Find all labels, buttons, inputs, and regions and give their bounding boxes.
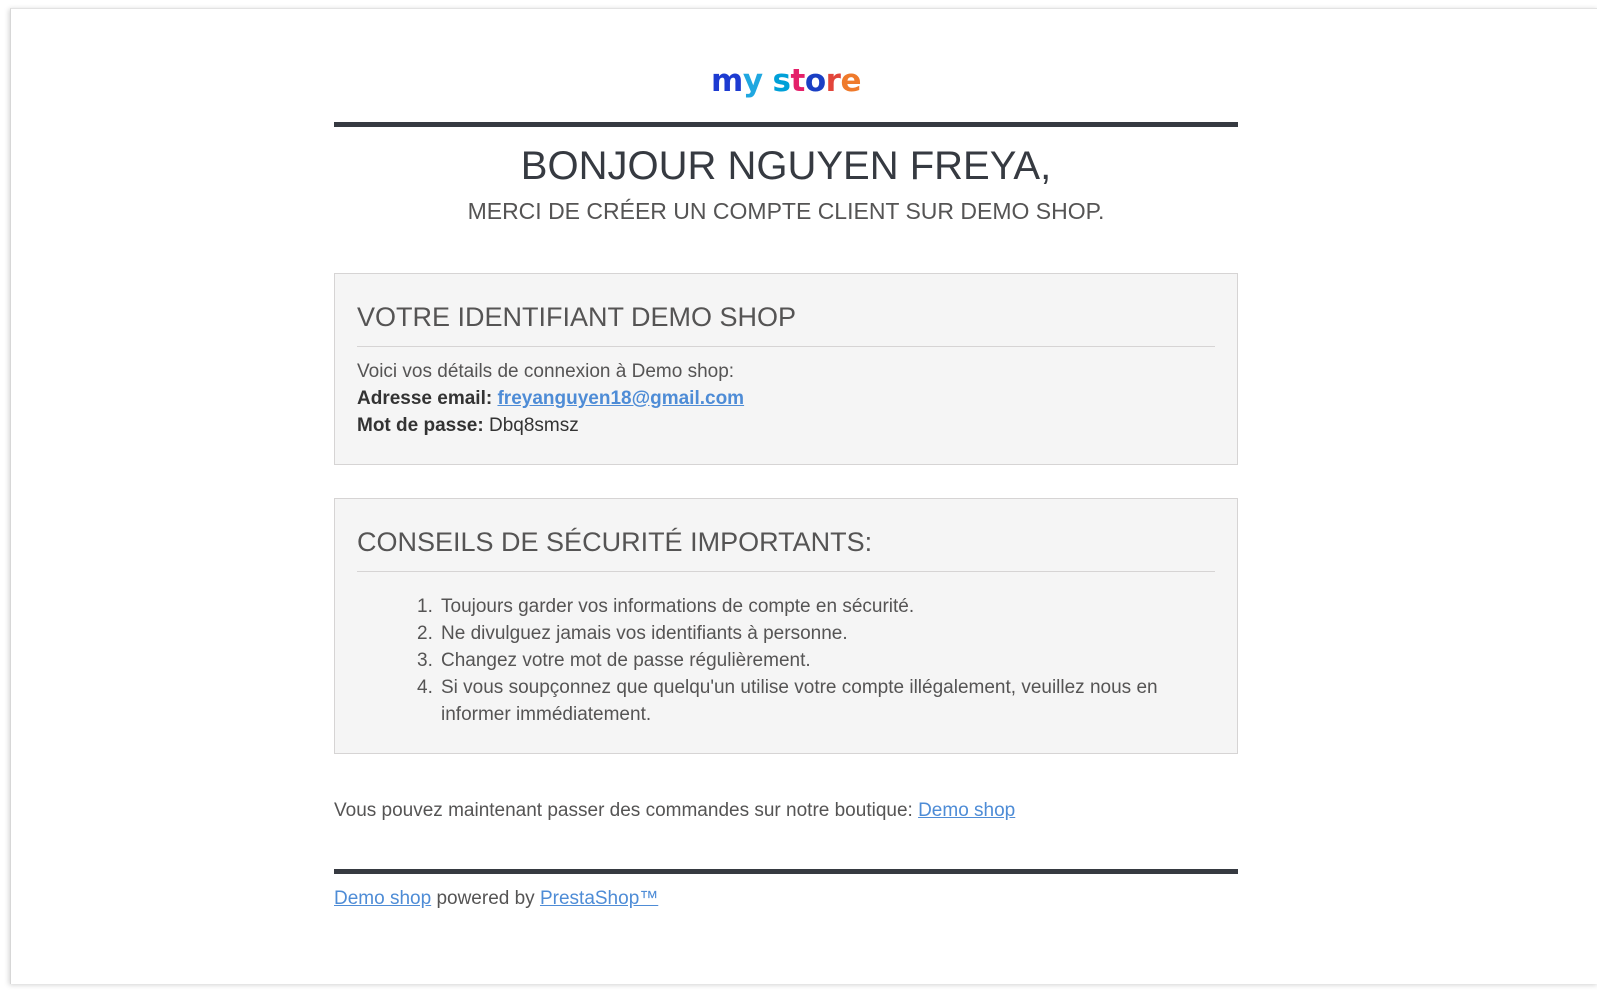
email-row: Adresse email: freyanguyen18@gmail.com bbox=[357, 385, 744, 412]
logo-text-my: my bbox=[711, 63, 763, 99]
list-item: 1. Toujours garder vos informations de co… bbox=[417, 596, 915, 617]
login-details-box: VOTRE IDENTIFIANT DEMO SHOP Voici vos dé… bbox=[334, 273, 1238, 465]
password-label: Mot de passe: bbox=[357, 415, 484, 436]
email-label: Adresse email: bbox=[357, 388, 493, 409]
login-box-divider bbox=[357, 346, 1215, 347]
prestashop-link[interactable]: PrestaShop™ bbox=[540, 888, 658, 909]
logo-text-store: store bbox=[772, 63, 862, 99]
footer-divider bbox=[334, 869, 1238, 874]
footer: Demo shop powered by PrestaShop™ bbox=[334, 885, 658, 912]
list-item: 3. Changez votre mot de passe régulièreme… bbox=[417, 650, 811, 671]
powered-by-text: powered by bbox=[431, 888, 540, 909]
login-intro: Voici vos détails de connexion à Demo sh… bbox=[357, 361, 735, 382]
email-link[interactable]: freyanguyen18@gmail.com bbox=[497, 388, 744, 409]
order-message: Vous pouvez maintenant passer des comman… bbox=[334, 797, 1015, 824]
security-tips-list: 1. Toujours garder vos informations de co… bbox=[417, 593, 1197, 728]
tips-box-divider bbox=[357, 571, 1215, 572]
security-tips-box: CONSEILS DE SÉCURITÉ IMPORTANTS: 1. Toujo… bbox=[334, 498, 1238, 754]
list-item: 2. Ne divulguez jamais vos identifiants à… bbox=[417, 623, 848, 644]
my-store-logo[interactable]: my store bbox=[334, 61, 1238, 101]
list-item: 4. Si vous soupçonnez que quelqu'un utili… bbox=[417, 677, 1158, 725]
login-box-title: VOTRE IDENTIFIANT DEMO SHOP bbox=[357, 302, 797, 332]
password-value: Dbq8smsz bbox=[488, 415, 579, 436]
demo-shop-link[interactable]: Demo shop bbox=[918, 800, 1015, 821]
header-divider bbox=[334, 122, 1238, 127]
password-row: Mot de passe: Dbq8smsz bbox=[357, 412, 744, 439]
footer-shop-link[interactable]: Demo shop bbox=[334, 888, 431, 909]
order-text: Vous pouvez maintenant passer des comman… bbox=[334, 800, 919, 821]
thanks-subheading: MERCI DE CRÉER UN COMPTE CLIENT SUR DEMO… bbox=[467, 198, 1105, 224]
email-frame: my store BONJOUR NGUYEN FREYA, MERCI DE C… bbox=[10, 8, 1597, 984]
login-details: Voici vos détails de connexion à Demo sh… bbox=[357, 358, 744, 439]
greeting-heading: BONJOUR NGUYEN FREYA, bbox=[520, 144, 1052, 188]
tips-box-title: CONSEILS DE SÉCURITÉ IMPORTANTS: bbox=[357, 527, 873, 557]
